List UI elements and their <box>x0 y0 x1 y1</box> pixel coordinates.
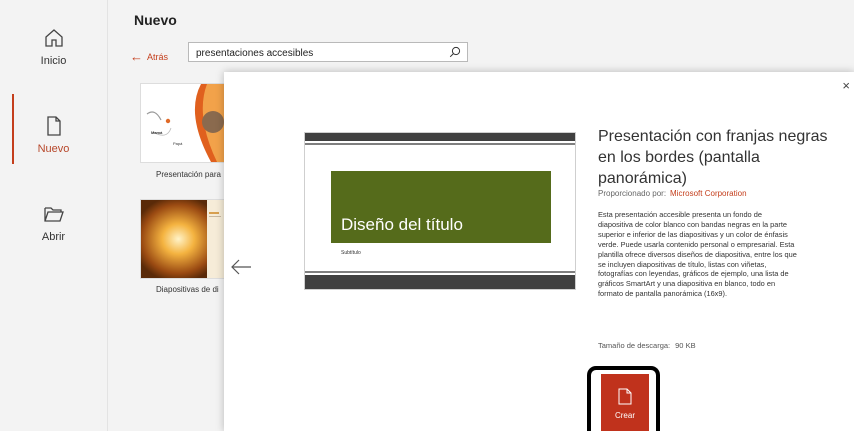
template-label[interactable]: Diapositivas de di <box>156 285 219 294</box>
back-button[interactable]: ← Atrás <box>130 49 168 64</box>
nav-label-abrir: Abrir <box>41 231 66 243</box>
preview-subtitle: Subtítulo <box>341 250 361 256</box>
preview-top-band <box>305 133 575 141</box>
preview-bottom-band <box>305 275 575 289</box>
left-navigation: Inicio Nuevo Abrir <box>0 0 108 431</box>
preview-top-line <box>305 143 575 145</box>
preview-title-box: Diseño del título <box>331 171 551 243</box>
template-preview: Diseño del título Subtítulo <box>304 132 576 290</box>
nav-label-nuevo: Nuevo <box>37 143 70 155</box>
download-size-value: 90 KB <box>675 341 696 350</box>
create-button[interactable]: Crear <box>601 374 649 431</box>
previous-arrow-icon[interactable] <box>230 258 252 276</box>
back-arrow-icon: ← <box>130 49 143 64</box>
nav-item-inicio[interactable]: Inicio <box>0 26 107 67</box>
home-icon <box>44 29 63 47</box>
template-detail-dialog: × Diseño del título Subtítulo Presentaci… <box>224 72 854 431</box>
thumbnail-text-papa: Papá <box>173 141 183 146</box>
new-file-icon <box>618 388 632 405</box>
back-label: Atrás <box>147 51 169 62</box>
search-icon[interactable] <box>449 46 461 58</box>
provider-line: Proporcionado por: Microsoft Corporation <box>598 189 747 198</box>
preview-title: Diseño del título <box>341 215 463 234</box>
open-folder-icon <box>43 207 64 222</box>
download-size-label: Tamaño de descarga: <box>598 341 671 350</box>
thumbnail-text-mama: Mamá <box>151 130 163 135</box>
template-title: Presentación con franjas negras en los b… <box>598 128 828 187</box>
close-icon[interactable]: × <box>842 78 850 93</box>
template-thumbnail[interactable]: Mamá Papá <box>140 83 225 163</box>
create-label: Crear <box>614 411 635 420</box>
template-label[interactable]: Presentación para <box>156 170 221 179</box>
provider-link[interactable]: Microsoft Corporation <box>670 189 746 198</box>
nav-item-nuevo[interactable]: Nuevo <box>0 94 107 164</box>
template-description: Esta presentación accesible presenta un … <box>598 210 797 299</box>
search-box <box>188 42 468 63</box>
download-size: Tamaño de descarga: 90 KB <box>598 341 696 350</box>
preview-bottom-line <box>305 271 575 273</box>
template-thumbnail-image <box>146 84 224 162</box>
search-input[interactable] <box>189 44 446 63</box>
nav-label-inicio: Inicio <box>40 55 67 67</box>
template-thumbnail-image <box>141 200 224 278</box>
page-title: Nuevo <box>134 12 177 28</box>
new-file-icon <box>46 116 61 136</box>
template-thumbnail[interactable] <box>140 199 225 279</box>
provider-label: Proporcionado por: <box>598 189 667 198</box>
nav-item-abrir[interactable]: Abrir <box>0 202 107 243</box>
